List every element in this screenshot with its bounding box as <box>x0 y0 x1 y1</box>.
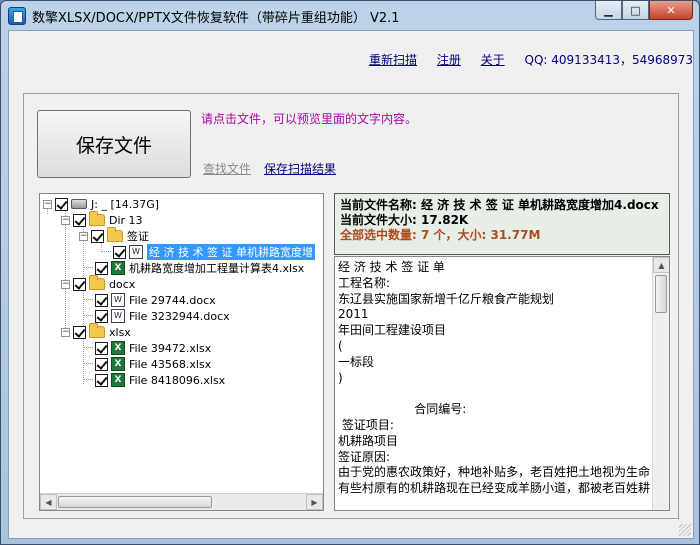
tree-node-folder[interactable]: − 签证 <box>79 227 149 244</box>
checkbox[interactable] <box>95 261 108 275</box>
drive-icon <box>71 199 87 209</box>
tree-node-label: xlsx <box>109 325 131 339</box>
excel-file-icon: X <box>111 341 125 355</box>
tree-node-label: Dir 13 <box>109 213 143 227</box>
qq-contact: QQ: 409133413，54968973 <box>524 53 694 67</box>
tree-node-file[interactable]: X File 8418096.xlsx <box>95 372 225 388</box>
top-links: 重新扫描 注册 关于 QQ: 409133413，54968973 <box>369 51 693 68</box>
tree-node-label: File 43568.xlsx <box>129 357 212 371</box>
tree-node-label: File 29744.docx <box>129 293 216 307</box>
tree-node-label: File 3232944.docx <box>129 309 230 323</box>
tree-node-label: File 39472.xlsx <box>129 341 212 355</box>
word-doc-icon: W <box>129 245 143 259</box>
resize-grip-icon[interactable] <box>679 524 691 536</box>
checkbox[interactable] <box>95 293 108 307</box>
tree-node-label: File 8418096.xlsx <box>129 373 226 387</box>
tree-line <box>83 338 84 384</box>
scrollbar-thumb[interactable] <box>655 275 667 313</box>
scrollbar-thumb[interactable] <box>58 496 212 508</box>
total-selected: 全部选中数量: 7 个，大小: 31.77M <box>340 228 541 242</box>
main-panel: 保存文件 请点击文件，可以预览里面的文字内容。 查找文件 保存扫描结果 − J:… <box>23 93 679 519</box>
folder-icon <box>89 211 105 226</box>
checkbox[interactable] <box>95 373 108 387</box>
tree-node-folder[interactable]: − xlsx <box>61 323 131 340</box>
app-icon <box>8 7 26 25</box>
tree-line <box>83 379 93 380</box>
save-scan-results-link[interactable]: 保存扫描结果 <box>264 160 336 177</box>
collapse-icon[interactable]: − <box>43 199 52 209</box>
tree-node-folder[interactable]: − docx <box>61 275 136 292</box>
tree-line <box>83 363 93 364</box>
window-title: 数擎XLSX/DOCX/PPTX文件恢复软件（带碎片重组功能） V2.1 <box>32 11 400 26</box>
preview-content: 经 济 技 术 签 证 单 工程名称: 东辽县实施国家新增千亿斤粮食产能规划 2… <box>338 260 651 496</box>
tree-node-file[interactable]: W File 29744.docx <box>95 292 216 308</box>
folder-icon <box>89 275 105 290</box>
close-button[interactable]: ✕ <box>649 1 693 20</box>
excel-file-icon: X <box>111 261 125 275</box>
tree-node-file-selected[interactable]: W 经 济 技 术 签 证 单机耕路宽度增 <box>113 244 315 260</box>
tree-node-file[interactable]: W File 3232944.docx <box>95 308 230 324</box>
checkbox[interactable] <box>73 325 86 339</box>
file-tree[interactable]: − J: _ [14.37G] − Dir 13 − 签证 W 经 济 技 术 … <box>39 193 324 511</box>
window-controls: ▁ □ ✕ <box>595 1 693 20</box>
client-area: 重新扫描 注册 关于 QQ: 409133413，54968973 保存文件 请… <box>8 30 694 539</box>
current-file-size: 当前文件大小: 17.82K <box>340 213 469 227</box>
collapse-icon[interactable]: − <box>79 231 88 241</box>
excel-file-icon: X <box>111 373 125 387</box>
checkbox[interactable] <box>73 277 86 291</box>
current-file-name: 当前文件名称: 经 济 技 术 签 证 单机耕路宽度增加4.docx <box>340 198 659 212</box>
rescan-link[interactable]: 重新扫描 <box>369 53 417 67</box>
register-link[interactable]: 注册 <box>437 53 461 67</box>
collapse-icon[interactable]: − <box>61 215 70 225</box>
tree-line <box>83 299 93 300</box>
tree-node-file[interactable]: X File 43568.xlsx <box>95 356 211 372</box>
tree-node-label: 签证 <box>127 230 149 243</box>
maximize-button[interactable]: □ <box>622 1 649 20</box>
checkbox[interactable] <box>95 357 108 371</box>
scroll-right-icon[interactable]: ▶ <box>306 494 323 510</box>
collapse-icon[interactable]: − <box>61 279 70 289</box>
tree-node-label: 经 济 技 术 签 证 单机耕路宽度增 <box>147 244 315 260</box>
checkbox[interactable] <box>95 309 108 323</box>
minimize-button[interactable]: ▁ <box>595 1 622 20</box>
scroll-left-icon[interactable]: ◀ <box>40 494 57 510</box>
scroll-up-icon[interactable]: ▲ <box>653 257 669 273</box>
tree-horizontal-scrollbar[interactable]: ◀ ▶ <box>40 493 323 510</box>
tree-line <box>101 251 111 252</box>
tree-node-folder[interactable]: − Dir 13 <box>61 211 143 228</box>
about-link[interactable]: 关于 <box>481 53 505 67</box>
title-bar[interactable]: 数擎XLSX/DOCX/PPTX文件恢复软件（带碎片重组功能） V2.1 ▁ □… <box>1 1 699 29</box>
preview-vertical-scrollbar[interactable]: ▲ <box>652 257 669 510</box>
folder-icon <box>89 323 105 338</box>
tree-line <box>83 290 84 328</box>
tree-node-label: J: _ [14.37G] <box>91 197 160 211</box>
tree-node-label: 机耕路宽度增加工程量计算表4.xlsx <box>129 262 305 275</box>
preview-hint: 请点击文件，可以预览里面的文字内容。 <box>201 112 418 126</box>
word-doc-icon: W <box>111 309 125 323</box>
text-preview[interactable]: 经 济 技 术 签 证 单 工程名称: 东辽县实施国家新增千亿斤粮食产能规划 2… <box>334 256 670 511</box>
checkbox[interactable] <box>113 245 126 259</box>
tree-node-label: docx <box>109 277 136 291</box>
collapse-icon[interactable]: − <box>61 327 70 337</box>
tree-line <box>83 347 93 348</box>
checkbox[interactable] <box>73 213 86 227</box>
word-doc-icon: W <box>111 293 125 307</box>
file-info-box: 当前文件名称: 经 济 技 术 签 证 单机耕路宽度增加4.docx 当前文件大… <box>334 193 670 255</box>
tree-node-drive[interactable]: − J: _ [14.37G] <box>43 196 159 212</box>
checkbox[interactable] <box>55 197 68 211</box>
excel-file-icon: X <box>111 357 125 371</box>
tree-line <box>83 315 93 316</box>
tree-node-file[interactable]: X 机耕路宽度增加工程量计算表4.xlsx <box>95 260 304 276</box>
checkbox[interactable] <box>95 341 108 355</box>
tree-line <box>83 267 93 268</box>
tree-node-file[interactable]: X File 39472.xlsx <box>95 340 211 356</box>
app-window: 数擎XLSX/DOCX/PPTX文件恢复软件（带碎片重组功能） V2.1 ▁ □… <box>0 0 700 545</box>
save-file-button[interactable]: 保存文件 <box>37 110 191 178</box>
folder-icon <box>107 227 123 242</box>
checkbox[interactable] <box>91 229 104 243</box>
find-file-link[interactable]: 查找文件 <box>203 160 251 177</box>
